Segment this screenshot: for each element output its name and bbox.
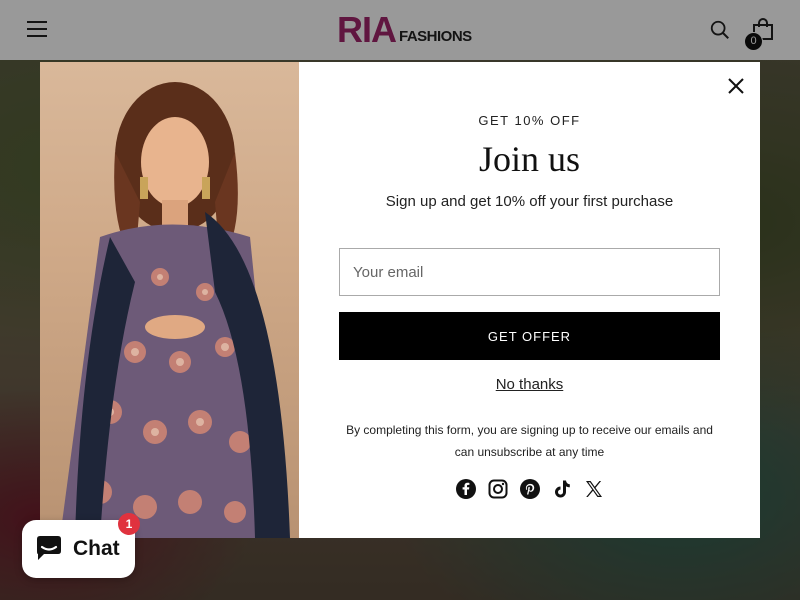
cart-count-badge: 0: [744, 32, 763, 51]
search-icon[interactable]: [709, 19, 731, 41]
consent-disclaimer: By completing this form, you are signing…: [346, 423, 713, 459]
social-links: [299, 479, 760, 499]
close-icon[interactable]: [726, 76, 746, 96]
logo-sub-text: FASHIONS: [399, 28, 472, 45]
offer-eyebrow: GET 10% OFF: [478, 113, 581, 128]
popup-title: Join us: [478, 139, 581, 179]
menu-icon[interactable]: [27, 21, 47, 39]
get-offer-button[interactable]: GET OFFER: [339, 312, 720, 360]
chat-notification-badge: 1: [118, 513, 140, 535]
brand-logo[interactable]: RIA FASHIONS: [337, 12, 472, 48]
chat-label: Chat: [73, 537, 120, 560]
chat-launcher[interactable]: Chat: [22, 520, 135, 578]
site-header: RIA FASHIONS 0: [0, 0, 800, 60]
no-thanks-link[interactable]: No thanks: [299, 376, 760, 393]
popup-subtitle: Sign up and get 10% off your first purch…: [385, 193, 674, 210]
popup-content: GET 10% OFF Join us Sign up and get 10% …: [299, 62, 760, 538]
pinterest-icon[interactable]: [519, 479, 540, 499]
chat-bubble-icon: [37, 536, 61, 560]
model-photo: [40, 62, 299, 538]
newsletter-popup: GET 10% OFF Join us Sign up and get 10% …: [40, 62, 760, 538]
email-field[interactable]: [339, 248, 720, 296]
tiktok-icon[interactable]: [552, 479, 572, 499]
x-icon[interactable]: [584, 479, 604, 499]
logo-main-text: RIA: [337, 9, 397, 50]
facebook-icon[interactable]: [455, 479, 476, 499]
instagram-icon[interactable]: [488, 479, 508, 499]
